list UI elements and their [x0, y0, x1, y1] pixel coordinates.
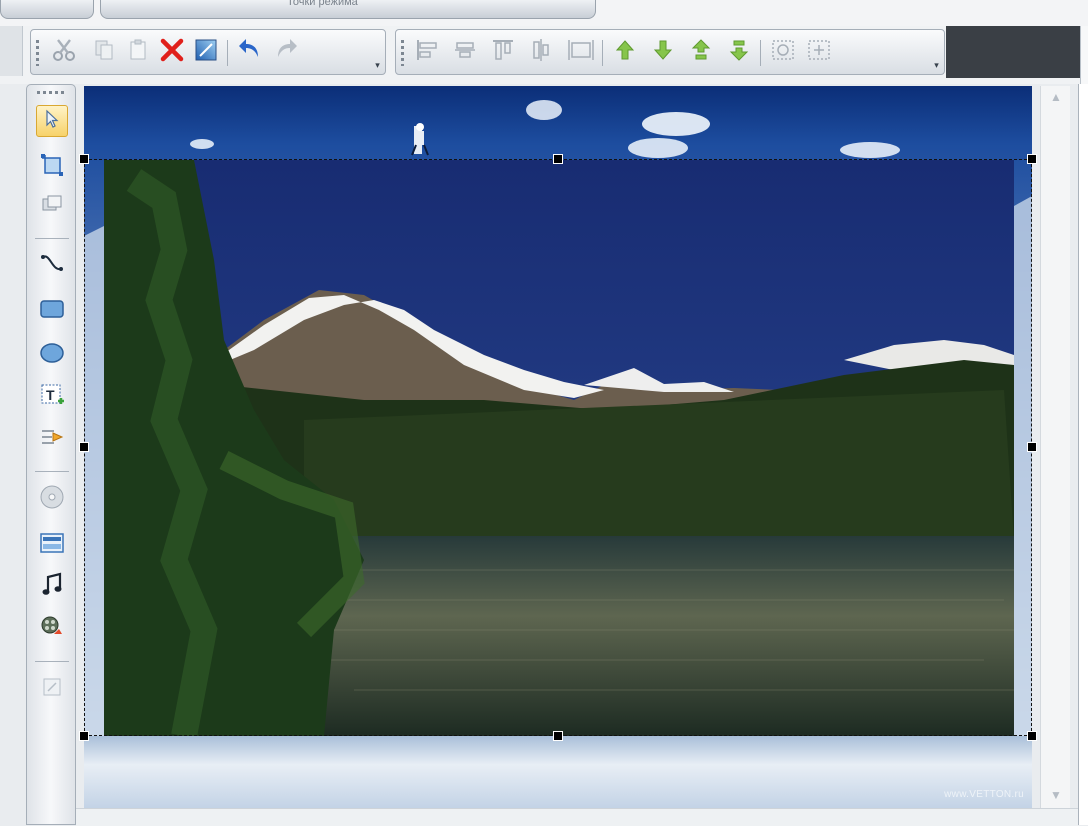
landscape-picture: [104, 160, 1014, 736]
toolbar-separator: [35, 661, 69, 662]
align-middle-icon: [528, 37, 554, 68]
ellipse-tool-button[interactable]: [36, 339, 68, 371]
disc-icon: [39, 484, 65, 515]
align-center-icon: [452, 37, 478, 68]
ungroup-icon: [805, 37, 833, 68]
video-icon: [39, 614, 65, 645]
toolbar-separator: [35, 471, 69, 472]
cut-button[interactable]: [49, 37, 79, 67]
ellipse-icon: [39, 342, 65, 369]
delete-button[interactable]: [157, 37, 187, 67]
text-tool-button[interactable]: T: [36, 381, 68, 413]
window-top-strip: Точки режима: [0, 0, 1088, 27]
undo-button[interactable]: [235, 37, 265, 67]
highlight-icon: [39, 425, 65, 454]
bring-forward-button[interactable]: [610, 37, 640, 67]
toolbar-separator: [602, 40, 603, 66]
text-icon: T: [39, 382, 65, 413]
undo-icon: [236, 36, 264, 69]
send-to-back-button[interactable]: [724, 37, 754, 67]
bring-to-front-button[interactable]: [686, 37, 716, 67]
group-button[interactable]: [768, 37, 798, 67]
bring-to-front-icon: [689, 38, 713, 67]
group-icon: [769, 37, 797, 68]
scroll-up-arrow-icon[interactable]: ▲: [1048, 90, 1064, 104]
music-note-icon: [40, 572, 64, 603]
music-tool-button[interactable]: [36, 571, 68, 603]
scroll-down-arrow-icon[interactable]: ▼: [1048, 788, 1064, 802]
copy-icon: [92, 38, 116, 67]
same-size-button[interactable]: [566, 37, 596, 67]
align-toolbar: ▾: [395, 29, 945, 75]
slide-canvas[interactable]: www.VETTON.ru: [84, 86, 1032, 808]
align-top-button[interactable]: [488, 37, 518, 67]
toolbar-overflow-chevron[interactable]: ▾: [373, 59, 382, 71]
snow-ground: [84, 736, 1032, 808]
redo-button[interactable]: [271, 37, 301, 67]
toolbar-separator: [35, 238, 69, 239]
toolbar-right-edge: [1080, 26, 1088, 84]
align-center-button[interactable]: [450, 37, 480, 67]
panel-tab-label: Точки режима: [287, 0, 358, 8]
duplicate-icon: [40, 193, 64, 222]
toolbar-grip[interactable]: [401, 40, 404, 66]
delete-icon: [159, 37, 185, 68]
pointer-icon: [41, 108, 63, 135]
curve-tool-button[interactable]: [36, 249, 68, 281]
align-top-icon: [490, 37, 516, 68]
send-backward-button[interactable]: [648, 37, 678, 67]
lake-photo[interactable]: [104, 160, 1014, 736]
redo-icon: [272, 36, 300, 69]
video-tool-button[interactable]: [36, 613, 68, 645]
cut-icon: [51, 37, 77, 68]
align-left-button[interactable]: [412, 37, 442, 67]
svg-text:T: T: [46, 387, 55, 403]
fill-icon: [194, 38, 218, 67]
left-gutter: [0, 26, 23, 76]
duplicate-tool-button[interactable]: [36, 191, 68, 223]
align-middle-button[interactable]: [526, 37, 556, 67]
watermark: www.VETTON.ru: [944, 789, 1024, 800]
image-icon: [39, 532, 65, 559]
effect-tool-button[interactable]: [36, 673, 68, 705]
curve-icon: [40, 251, 64, 280]
toolbar-separator: [227, 40, 228, 66]
skier-figure: [411, 123, 429, 156]
highlight-tool-button[interactable]: [36, 423, 68, 455]
panel-tab-main[interactable]: Точки режима: [100, 0, 596, 19]
toolbar-grip[interactable]: [36, 40, 39, 66]
align-left-icon: [414, 37, 440, 68]
send-to-back-icon: [727, 38, 751, 67]
drawing-toolbar: T: [26, 84, 76, 825]
panel-tab-left[interactable]: [0, 0, 94, 19]
edit-toolbar: ▾: [30, 29, 386, 75]
pointer-tool-button[interactable]: [36, 105, 68, 137]
toolbar-grip[interactable]: [37, 91, 65, 94]
paste-icon: [126, 38, 150, 67]
vertical-scrollbar[interactable]: ▲ ▼: [1040, 86, 1070, 808]
image-tool-button[interactable]: [36, 529, 68, 561]
paste-button[interactable]: [123, 37, 153, 67]
bring-forward-icon: [613, 38, 637, 67]
rectangle-tool-button[interactable]: [36, 295, 68, 327]
toolbar-overflow-chevron[interactable]: ▾: [932, 59, 941, 71]
toolbar-separator: [760, 40, 761, 66]
toolbar-empty-area: [946, 26, 1080, 78]
ungroup-button[interactable]: [804, 37, 834, 67]
effect-icon: [40, 675, 64, 704]
crop-icon: [39, 152, 65, 183]
bottom-strip: [76, 808, 1078, 826]
copy-button[interactable]: [89, 37, 119, 67]
disc-tool-button[interactable]: [36, 483, 68, 515]
same-size-icon: [566, 37, 596, 68]
fill-button[interactable]: [191, 37, 221, 67]
send-backward-icon: [651, 38, 675, 67]
crop-tool-button[interactable]: [36, 151, 68, 183]
rectangle-icon: [39, 298, 65, 325]
right-panel-edge: [1078, 84, 1088, 825]
